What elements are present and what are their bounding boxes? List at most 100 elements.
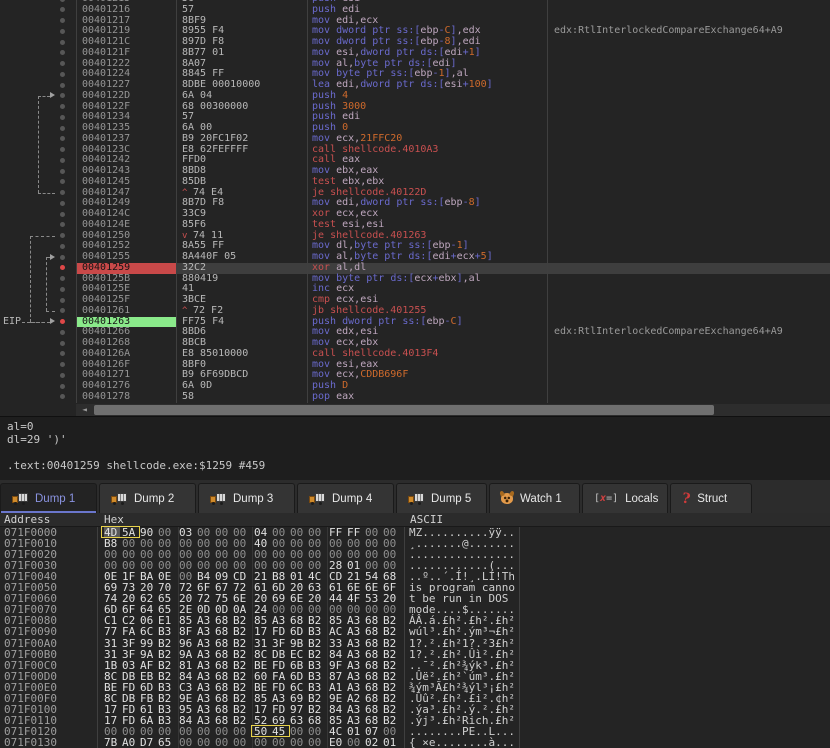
row-dot[interactable] [60, 169, 65, 174]
hex-byte[interactable]: 6C [140, 626, 156, 637]
hex-byte[interactable]: FA [122, 626, 138, 637]
bytes-cell[interactable]: 6A 04 [176, 91, 307, 102]
hex-byte[interactable]: A3 [347, 638, 363, 649]
tab-dump-1[interactable]: Dump 1 [0, 483, 97, 513]
row-dot[interactable] [60, 147, 65, 152]
hex-byte[interactable]: 02 [365, 737, 381, 748]
row-dot[interactable] [60, 29, 65, 34]
hex-byte[interactable]: A3 [197, 649, 213, 660]
comment-cell[interactable] [547, 252, 830, 263]
address-cell[interactable]: 0040126A [76, 349, 176, 360]
row-dot[interactable] [60, 233, 65, 238]
hex-byte[interactable]: 84 [329, 649, 345, 660]
hex-byte[interactable]: 99 [140, 638, 156, 649]
row-dot[interactable] [60, 255, 65, 260]
scroll-left-icon[interactable]: ◄ [76, 404, 93, 416]
bytes-cell[interactable]: 68 00300000 [176, 102, 307, 113]
hex-byte[interactable]: 68 [215, 626, 231, 637]
comment-cell[interactable] [547, 177, 830, 188]
disasm-row-0040126A[interactable]: 0040126AE8 85010000call shellcode.4013F4 [0, 349, 830, 360]
row-dot[interactable] [60, 384, 65, 389]
bytes-cell[interactable]: 85F6 [176, 220, 307, 231]
row-dot[interactable] [60, 72, 65, 77]
hex-byte[interactable]: 7B [104, 737, 120, 748]
dump-row-071F00C0[interactable]: 071F00C01B03AFB281A368B2BEFD6BB39FA368B2… [0, 660, 830, 671]
row-dot[interactable] [60, 136, 65, 141]
comment-cell[interactable]: edx:RtlInterlockedCompareExchange64+A9 [547, 26, 830, 37]
address-cell[interactable]: 0040122D [76, 91, 176, 102]
comment-cell[interactable] [547, 102, 830, 113]
comment-cell[interactable] [547, 338, 830, 349]
hex-byte[interactable]: B2 [383, 660, 399, 671]
comment-cell[interactable] [547, 241, 830, 252]
bytes-cell[interactable]: 85DB [176, 177, 307, 188]
hex-byte[interactable]: 00 [215, 737, 231, 748]
hex-byte[interactable]: AF [140, 660, 156, 671]
hex-byte[interactable]: BE [254, 660, 270, 671]
hex-byte[interactable]: 00 [254, 737, 270, 748]
hex-byte[interactable]: B3 [308, 660, 324, 671]
hex-byte[interactable]: B2 [158, 660, 174, 671]
hex-byte[interactable]: B2 [233, 626, 249, 637]
hex-byte[interactable]: B2 [308, 638, 324, 649]
comment-cell[interactable] [547, 166, 830, 177]
address-cell[interactable]: 00401261 [76, 306, 176, 317]
hex-byte[interactable]: 00 [197, 737, 213, 748]
dump-row-071F0090[interactable]: 071F009077FA6CB38FA368B217FD6DB3ACA368B2… [0, 626, 830, 637]
tab-watch-1[interactable]: Watch 1 [489, 483, 580, 513]
bytes-cell[interactable]: ^72 F2 [176, 306, 307, 317]
address-cell[interactable]: 0040124E [76, 220, 176, 231]
comment-cell[interactable]: edx:RtlInterlockedCompareExchange64+A9 [547, 327, 830, 338]
comment-cell[interactable] [547, 274, 830, 285]
hex-byte[interactable]: A0 [122, 737, 138, 748]
tab-dump-4[interactable]: Dump 4 [297, 483, 394, 513]
hex-byte[interactable]: 68 [365, 638, 381, 649]
comment-cell[interactable] [547, 370, 830, 381]
hex-byte[interactable]: FD [272, 626, 288, 637]
row-dot[interactable] [60, 50, 65, 55]
row-dot[interactable] [60, 287, 65, 292]
hex-byte[interactable]: B2 [383, 626, 399, 637]
hex-byte[interactable]: A3 [197, 638, 213, 649]
hex-byte[interactable]: 00 [272, 737, 288, 748]
hex-byte[interactable]: 31 [104, 638, 120, 649]
row-dot[interactable] [60, 115, 65, 120]
hex-byte[interactable]: DB [272, 649, 288, 660]
row-dot[interactable] [60, 308, 65, 313]
hex-byte[interactable]: 6D [290, 626, 306, 637]
comment-cell[interactable] [547, 80, 830, 91]
hex-byte[interactable]: 01 [383, 737, 399, 748]
hex-byte[interactable]: 68 [365, 626, 381, 637]
comment-cell[interactable] [547, 231, 830, 242]
comment-cell[interactable] [547, 209, 830, 220]
address-cell[interactable]: 00401278 [76, 392, 176, 403]
hex-byte[interactable]: 1B [104, 660, 120, 671]
hex-byte[interactable]: B2 [233, 660, 249, 671]
hex-byte[interactable]: 31 [254, 638, 270, 649]
hex-byte[interactable]: B2 [233, 638, 249, 649]
hex-byte[interactable]: B2 [158, 638, 174, 649]
row-dot[interactable] [60, 330, 65, 335]
hex-byte[interactable]: A3 [347, 626, 363, 637]
hex-byte[interactable]: 31 [104, 649, 120, 660]
row-dot[interactable] [60, 40, 65, 45]
row-dot[interactable] [60, 244, 65, 249]
hex-byte[interactable]: 8C [254, 649, 270, 660]
comment-cell[interactable] [547, 295, 830, 306]
comment-cell[interactable] [547, 69, 830, 80]
disassembly-view[interactable]: 0040121556push esi0040121657push edi0040… [0, 0, 830, 416]
comment-cell[interactable] [547, 198, 830, 209]
comment-cell[interactable] [547, 91, 830, 102]
comment-cell[interactable] [547, 188, 830, 199]
hex-byte[interactable]: 3F [272, 638, 288, 649]
bytes-cell[interactable]: B9 20FC1F02 [176, 134, 307, 145]
row-dot[interactable] [60, 104, 65, 109]
hex-byte[interactable]: 68 [365, 649, 381, 660]
comment-cell[interactable] [547, 59, 830, 70]
row-dot[interactable] [60, 83, 65, 88]
ascii-cell[interactable]: ..¯².£h²¾ýk³.£h² [409, 660, 515, 671]
row-dot[interactable] [60, 126, 65, 131]
bytes-cell[interactable]: 6A 0D [176, 381, 307, 392]
hex-byte[interactable]: E0 [329, 737, 345, 748]
hex-byte[interactable]: 68 [215, 660, 231, 671]
